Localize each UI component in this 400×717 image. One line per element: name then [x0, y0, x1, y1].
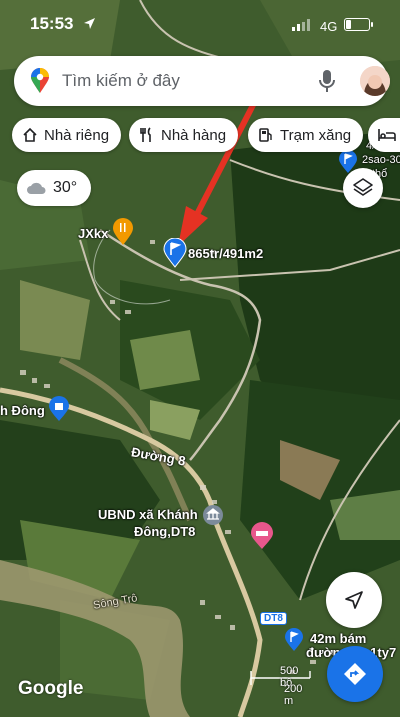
layers-icon — [353, 178, 373, 196]
status-time: 15:53 — [30, 14, 74, 33]
avatar[interactable] — [360, 66, 390, 96]
google-brand: Google — [18, 678, 84, 699]
weather-temp: 30° — [53, 179, 78, 196]
search-bar[interactable]: Tìm kiếm ở đây — [14, 56, 390, 106]
chip-gas-station[interactable]: Trạm xăng — [248, 118, 364, 152]
signal-bars-icon — [292, 19, 310, 31]
weather-chip[interactable]: 30° — [17, 170, 91, 206]
place-label-commune-2: Đông,DT8 — [134, 524, 196, 539]
search-input[interactable]: Tìm kiếm ở đây — [62, 71, 180, 91]
google-maps-logo-icon — [31, 68, 49, 93]
hotel-pin-icon[interactable] — [250, 522, 274, 550]
location-arrow-icon — [84, 18, 95, 29]
place-label-bottom-1: 42m bám — [310, 631, 367, 646]
mic-icon[interactable] — [318, 69, 336, 93]
place-label-listing: 865tr/491m2 — [188, 246, 264, 261]
chip-home[interactable]: Nhà riêng — [12, 118, 122, 152]
my-location-button[interactable] — [326, 572, 382, 628]
battery-icon — [344, 18, 373, 31]
restaurant-icon — [140, 127, 151, 142]
navigation-arrow-icon — [345, 591, 363, 609]
government-pin-icon[interactable] — [202, 504, 224, 530]
flag-pin-icon[interactable] — [284, 628, 304, 652]
place-label-2sao: 2sao-30 — [362, 154, 400, 166]
shopping-pin-icon[interactable] — [48, 396, 70, 422]
directions-icon — [344, 663, 366, 685]
place-label-left-partial: h Đông — [0, 403, 45, 418]
cloud-icon — [27, 182, 46, 194]
place-label-commune-1: UBND xã Khánh — [98, 507, 198, 522]
road-badge-dt8: DT8 — [260, 612, 287, 625]
layers-button[interactable] — [343, 168, 383, 208]
hotel-icon — [378, 129, 396, 141]
scale-m: 200 m — [284, 683, 303, 707]
restaurant-pin-icon[interactable] — [112, 218, 134, 246]
gas-station-icon — [259, 128, 272, 142]
chip-restaurant[interactable]: Nhà hàng — [129, 118, 239, 152]
place-label-jxkx: JXkx — [78, 226, 109, 241]
chip-gas-station-label: Trạm xăng — [280, 126, 352, 144]
home-icon — [23, 127, 37, 142]
chip-hotel[interactable] — [368, 118, 400, 152]
chip-home-label: Nhà riêng — [44, 126, 110, 144]
directions-button[interactable] — [327, 646, 383, 702]
status-bar: 15:53 4G — [0, 0, 400, 48]
flag-pin-icon[interactable] — [163, 238, 187, 268]
network-type: 4G — [320, 19, 338, 34]
chip-restaurant-label: Nhà hàng — [161, 126, 227, 144]
category-chips: Nhà riêng Nhà hàng Trạm xăng — [12, 118, 400, 152]
